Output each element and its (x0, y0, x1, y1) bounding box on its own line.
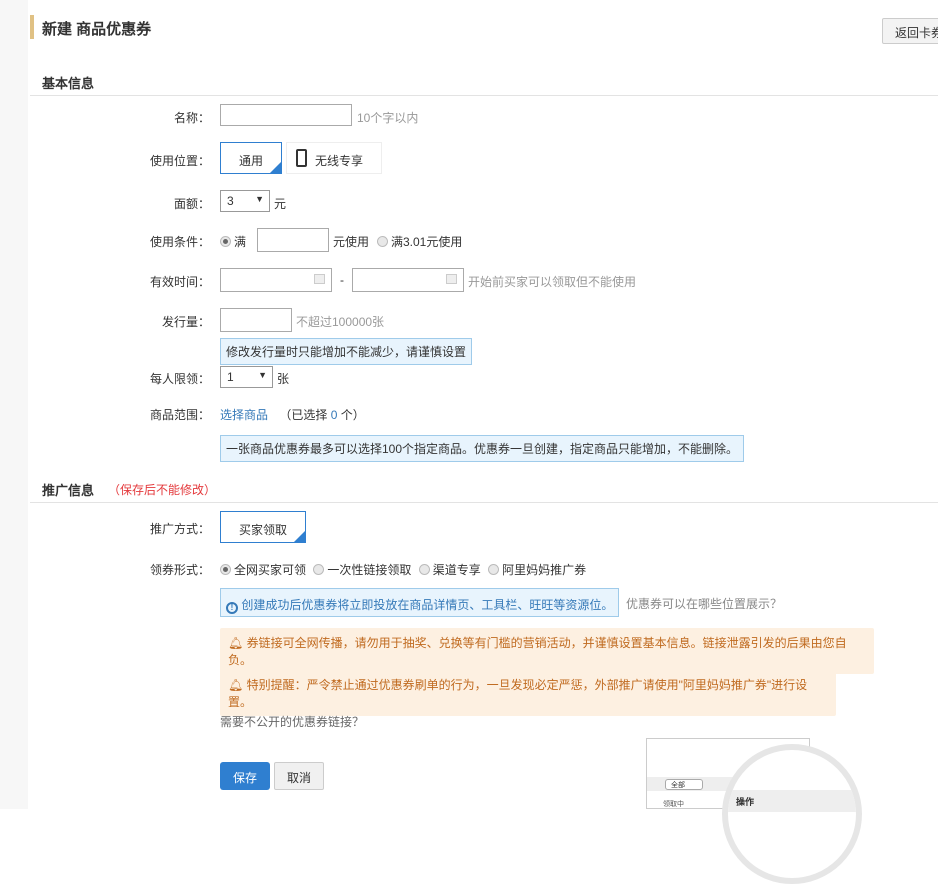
amount-select[interactable]: 3▼ (220, 190, 270, 212)
amount-unit: 元 (274, 195, 286, 212)
phone-icon (296, 149, 307, 167)
info-icon: ! (226, 602, 238, 614)
limit-label: 每人限领： (30, 370, 210, 387)
validity-label: 有效时间： (30, 273, 210, 290)
limit-select[interactable]: 1▼ (220, 366, 273, 388)
form-radio-all[interactable]: 全网买家可领 (220, 563, 306, 577)
condition-radio-2[interactable]: 满3.01元使用 (377, 233, 462, 250)
quantity-label: 发行量： (30, 313, 210, 330)
warning-note-1: 🔔︎ 券链接可全网传播，请勿用于抽奖、兑换等有门槛的营销活动，并谨慎设置基本信息… (220, 628, 874, 674)
form-option-label: 阿里妈妈推广券 (502, 563, 586, 577)
condition-label: 使用条件： (30, 233, 210, 250)
scope-note: 一张商品优惠券最多可以选择100个指定商品。优惠券一旦创建，指定商品只能增加，不… (220, 435, 744, 462)
title-accent-bar (30, 15, 34, 39)
promo-section-note: （保存后不能修改） (108, 481, 216, 498)
position-option-label: 通用 (239, 154, 263, 168)
method-option-label: 买家领取 (239, 523, 287, 537)
selected-check-icon (294, 531, 305, 542)
position-option-label: 无线专享 (315, 154, 363, 168)
warning-text: 券链接可全网传播，请勿用于抽奖、兑换等有门槛的营销活动，并谨慎设置基本信息。链接… (228, 636, 847, 667)
limit-unit: 张 (277, 370, 289, 387)
section-basic-title: 基本信息 (42, 73, 94, 92)
amount-label: 面额： (30, 195, 210, 212)
scope-row: 选择商品 （已选择 0 个） (220, 406, 365, 423)
start-date-input[interactable] (220, 268, 332, 292)
private-link-question[interactable]: 需要不公开的优惠券链接？ (220, 713, 364, 730)
dropdown-arrow-icon: ▼ (255, 194, 264, 204)
bell-icon: 🔔︎ (228, 636, 243, 650)
left-strip (0, 0, 28, 809)
promo-info-text: 创建成功后优惠券将立即投放在商品详情页、工具栏、旺旺等资源位。 (241, 598, 613, 612)
radio-icon (377, 236, 388, 247)
cancel-button[interactable]: 取消 (274, 762, 324, 790)
page-title: 新建 商品优惠券 (42, 18, 151, 39)
form-label: 领券形式： (30, 561, 210, 578)
form-radio-onetime[interactable]: 一次性链接领取 (313, 563, 411, 577)
condition-suffix: 元使用 (333, 233, 369, 250)
back-button[interactable]: 返回卡券 (882, 18, 938, 44)
selected-check-icon (270, 162, 281, 173)
name-hint: 10个字以内 (357, 109, 418, 126)
dropdown-arrow-icon: ▼ (258, 370, 267, 380)
position-option-wireless[interactable]: 无线专享 (286, 142, 382, 174)
selected-count: 0 (331, 408, 338, 422)
quantity-note: 修改发行量时只能增加不能减少，请谨慎设置 (220, 338, 472, 365)
radio-icon (220, 564, 231, 575)
preview-magnifier: 操作 (722, 744, 862, 884)
form-option-label: 一次性链接领取 (327, 563, 411, 577)
form-radio-alimama[interactable]: 阿里妈妈推广券 (488, 563, 586, 577)
calendar-icon (446, 274, 457, 284)
warning-note-2: 🔔︎ 特别提醒：严令禁止通过优惠券刷单的行为，一旦发现必定严惩，外部推广请使用"… (220, 670, 836, 716)
condition-amount-input[interactable] (257, 228, 329, 252)
radio-icon (419, 564, 430, 575)
name-input[interactable] (220, 104, 352, 126)
radio-icon (488, 564, 499, 575)
limit-value: 1 (227, 370, 234, 384)
condition-radio-1[interactable]: 满 (220, 233, 246, 250)
form-radio-group: 全网买家可领 一次性链接领取 渠道专享 阿里妈妈推广券 (220, 561, 586, 578)
selected-prefix: （已选择 (279, 408, 327, 422)
validity-hint: 开始前买家可以领取但不能使用 (468, 273, 636, 290)
section-promo-title: 推广信息 (42, 480, 94, 499)
date-separator: - (340, 273, 344, 287)
radio-icon (220, 236, 231, 247)
divider (30, 95, 938, 96)
condition-opt2-label: 满3.01元使用 (391, 235, 462, 249)
select-products-link[interactable]: 选择商品 (220, 408, 268, 422)
preview-filter: 全部 (665, 779, 703, 790)
method-option-buyer[interactable]: 买家领取 (220, 511, 306, 543)
form-option-label: 全网买家可领 (234, 563, 306, 577)
preview-row: 领取中 (663, 799, 684, 809)
radio-icon (313, 564, 324, 575)
scope-label: 商品范围： (30, 406, 210, 423)
calendar-icon (314, 274, 325, 284)
quantity-input[interactable] (220, 308, 292, 332)
form-radio-channel[interactable]: 渠道专享 (419, 563, 481, 577)
promo-info-note: ! 创建成功后优惠券将立即投放在商品详情页、工具栏、旺旺等资源位。 (220, 588, 619, 617)
save-button[interactable]: 保存 (220, 762, 270, 790)
quantity-hint: 不超过100000张 (296, 313, 384, 330)
end-date-input[interactable] (352, 268, 464, 292)
divider (30, 502, 938, 503)
condition-prefix: 满 (234, 235, 246, 249)
form-option-label: 渠道专享 (433, 563, 481, 577)
warning-text: 特别提醒：严令禁止通过优惠券刷单的行为，一旦发现必定严惩，外部推广请使用"阿里妈… (228, 678, 807, 709)
name-label: 名称： (30, 109, 210, 126)
selected-suffix: 个） (341, 408, 365, 422)
position-option-general[interactable]: 通用 (220, 142, 282, 174)
method-label: 推广方式： (30, 520, 210, 537)
display-positions-link[interactable]: 优惠券可以在哪些位置展示？ (626, 595, 782, 612)
position-label: 使用位置： (30, 152, 210, 169)
amount-value: 3 (227, 194, 234, 208)
bell-icon: 🔔︎ (228, 678, 243, 692)
